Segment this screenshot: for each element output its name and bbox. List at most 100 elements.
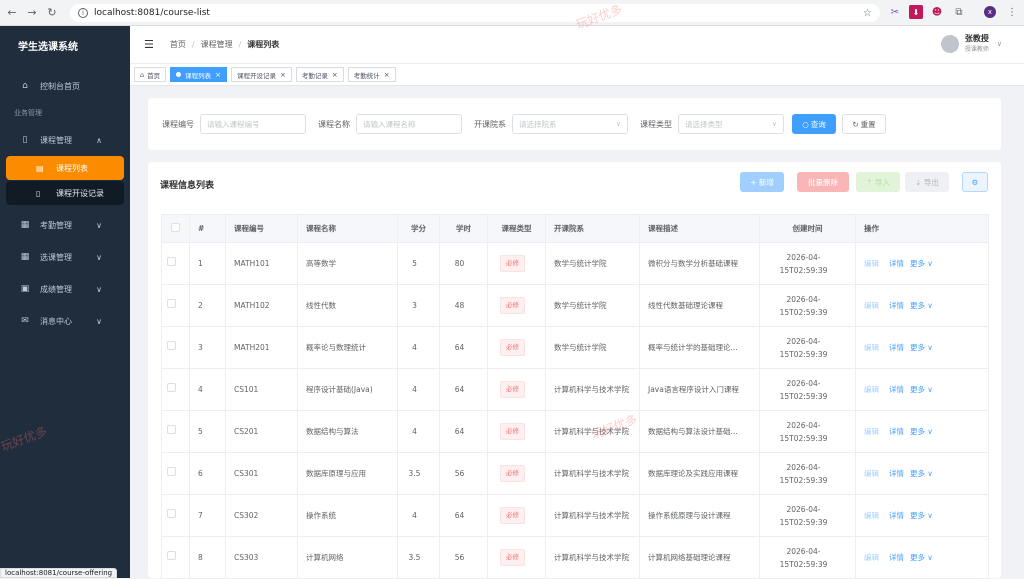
sidebar-item-grades[interactable]: ▣ 成绩管理 ∨	[0, 273, 130, 305]
more-dropdown[interactable]: 更多 ∨	[910, 511, 933, 520]
address-bar[interactable]: i localhost:8081/course-list ☆	[70, 4, 880, 22]
edit-link[interactable]: 编辑	[864, 385, 879, 394]
bookmark-star-icon[interactable]: ☆	[863, 8, 872, 19]
created-time-cell: 2026-04- 15T02:59:39	[759, 452, 856, 495]
row-number: 3	[189, 326, 226, 369]
course-type-select[interactable]: 请选择类型 ∨	[678, 114, 784, 134]
breadcrumb-course-management[interactable]: 课程管理	[201, 40, 233, 49]
credit-cell: 4	[397, 494, 440, 537]
chevron-down-icon: ∨	[771, 120, 777, 128]
row-checkbox[interactable]	[167, 341, 176, 350]
breadcrumb-home[interactable]: 首页	[170, 40, 186, 49]
reset-button[interactable]: ↻ 重置	[842, 114, 886, 134]
detail-link[interactable]: 详情	[889, 385, 904, 394]
row-select-cell	[161, 410, 190, 453]
tab-course-offering[interactable]: 课程开设记录 ×	[231, 67, 292, 82]
table-row[interactable]: 6 CS301 数据库原理与应用 3.5 56 必修 计算机科学与技术学院 数据库理论及实践应…	[161, 452, 989, 495]
forward-icon[interactable]: →	[24, 5, 40, 21]
profile-avatar-icon[interactable]: x	[984, 6, 996, 18]
export-button[interactable]: ⇣ 导出	[905, 172, 949, 192]
tab-attendance-stats[interactable]: 考勤统计 ×	[347, 67, 396, 82]
edit-link[interactable]: 编辑	[864, 553, 879, 562]
ninja-extension-icon[interactable]: ☻	[930, 5, 944, 19]
sidebar-item-course-offering[interactable]: ▯ 课程开设记录	[6, 181, 124, 205]
add-button[interactable]: + 新增	[740, 172, 784, 192]
hours-cell: 80	[439, 242, 488, 285]
reload-icon[interactable]: ↻	[44, 5, 60, 21]
detail-link[interactable]: 详情	[889, 427, 904, 436]
back-icon[interactable]: ←	[4, 5, 20, 21]
detail-link[interactable]: 详情	[889, 553, 904, 562]
table-row[interactable]: 4 CS101 程序设计基础(Java) 4 64 必修 计算机科学与技术学院 Java语言程…	[161, 368, 989, 411]
edit-link[interactable]: 编辑	[864, 511, 879, 520]
more-dropdown[interactable]: 更多 ∨	[910, 259, 933, 268]
tab-home[interactable]: ⌂ 首页	[134, 67, 167, 82]
chevron-up-icon: ∧	[96, 135, 102, 145]
table-row[interactable]: 7 CS302 操作系统 4 64 必修 计算机科学与技术学院 操作系统原理与设计课程 2026…	[161, 494, 989, 537]
select-all-checkbox[interactable]	[171, 223, 180, 232]
table-row[interactable]: 5 CS201 数据结构与算法 4 64 必修 计算机科学与技术学院 数据结构与算法设计基础.…	[161, 410, 989, 453]
course-name-input[interactable]: 请输入课程名称	[356, 114, 462, 134]
chevron-down-icon[interactable]: ∨	[997, 40, 1002, 48]
table-row[interactable]: 8 CS303 计算机网络 3.5 56 必修 计算机科学与技术学院 计算机网络基础理论课程 2…	[161, 536, 989, 579]
detail-link[interactable]: 详情	[889, 301, 904, 310]
more-dropdown[interactable]: 更多 ∨	[910, 301, 933, 310]
row-checkbox[interactable]	[167, 467, 176, 476]
import-button[interactable]: ⇡ 导入	[856, 172, 900, 192]
table-row[interactable]: 1 MATH101 高等数学 5 80 必修 数学与统计学院 微积分与数学分析基础课程 2026…	[161, 242, 989, 285]
more-label: 更多	[910, 385, 925, 394]
created-time: 15T02:59:39	[779, 475, 828, 485]
browser-menu-icon[interactable]: ⋮	[1005, 5, 1019, 19]
close-icon[interactable]: ×	[332, 71, 338, 79]
batch-delete-button[interactable]: 批量删除	[797, 172, 849, 192]
menu-toggle-icon[interactable]: ☰	[144, 38, 154, 51]
extensions-puzzle-icon[interactable]: ⧉	[952, 5, 966, 19]
tab-attendance-records[interactable]: 考勤记录 ×	[295, 67, 344, 82]
sidebar-item-course-management[interactable]: ▯ 课程管理 ∧	[0, 124, 130, 156]
course-type-cell: 必修	[487, 494, 546, 537]
row-checkbox[interactable]	[167, 299, 176, 308]
sidebar-item-selection[interactable]: ▦ 选课管理 ∨	[0, 241, 130, 273]
column-header: 课程名称	[297, 214, 398, 243]
site-info-icon[interactable]: i	[78, 8, 88, 18]
detail-link[interactable]: 详情	[889, 469, 904, 478]
user-menu[interactable]: 张教授 授课教师 ∨	[940, 34, 1002, 53]
row-checkbox[interactable]	[167, 509, 176, 518]
table-row[interactable]: 2 MATH102 线性代数 3 48 必修 数学与统计学院 线性代数基础理论课程 2026-0…	[161, 284, 989, 327]
scissors-extension-icon[interactable]: ✂	[888, 5, 902, 19]
edit-link[interactable]: 编辑	[864, 469, 879, 478]
detail-link[interactable]: 详情	[889, 511, 904, 520]
hours-cell: 64	[439, 326, 488, 369]
department-select[interactable]: 请选择院系 ∨	[512, 114, 628, 134]
sidebar-item-messages[interactable]: ✉ 消息中心 ∨	[0, 305, 130, 337]
close-icon[interactable]: ×	[280, 71, 286, 79]
more-dropdown[interactable]: 更多 ∨	[910, 427, 933, 436]
table-row[interactable]: 3 MATH201 概率论与数理统计 4 64 必修 数学与统计学院 概率与统计学的基础理论.…	[161, 326, 989, 369]
search-button[interactable]: ○ 查询	[792, 114, 836, 134]
sidebar-group-label: 业务管理	[14, 109, 42, 117]
row-checkbox[interactable]	[167, 551, 176, 560]
more-dropdown[interactable]: 更多 ∨	[910, 553, 933, 562]
edit-link[interactable]: 编辑	[864, 343, 879, 352]
detail-link[interactable]: 详情	[889, 343, 904, 352]
sidebar-item-dashboard[interactable]: ⌂ 控制台首页	[0, 70, 130, 102]
avatar[interactable]	[940, 34, 959, 53]
sidebar-item-attendance[interactable]: ▦ 考勤管理 ∨	[0, 209, 130, 241]
more-dropdown[interactable]: 更多 ∨	[910, 469, 933, 478]
tab-course-list[interactable]: 课程列表 ×	[170, 67, 228, 82]
edit-link[interactable]: 编辑	[864, 427, 879, 436]
detail-link[interactable]: 详情	[889, 259, 904, 268]
edit-link[interactable]: 编辑	[864, 301, 879, 310]
close-icon[interactable]: ×	[384, 71, 390, 79]
edit-link[interactable]: 编辑	[864, 259, 879, 268]
more-dropdown[interactable]: 更多 ∨	[910, 343, 933, 352]
course-code-input[interactable]: 请输入课程编号	[200, 114, 306, 134]
close-icon[interactable]: ×	[215, 71, 221, 79]
row-checkbox[interactable]	[167, 425, 176, 434]
sidebar-item-course-list[interactable]: ▤ 课程列表	[6, 156, 124, 180]
row-checkbox[interactable]	[167, 257, 176, 266]
row-checkbox[interactable]	[167, 383, 176, 392]
download-extension-icon[interactable]: ⬇	[909, 5, 923, 19]
more-dropdown[interactable]: 更多 ∨	[910, 385, 933, 394]
column-settings-button[interactable]: ⚙	[962, 172, 988, 192]
